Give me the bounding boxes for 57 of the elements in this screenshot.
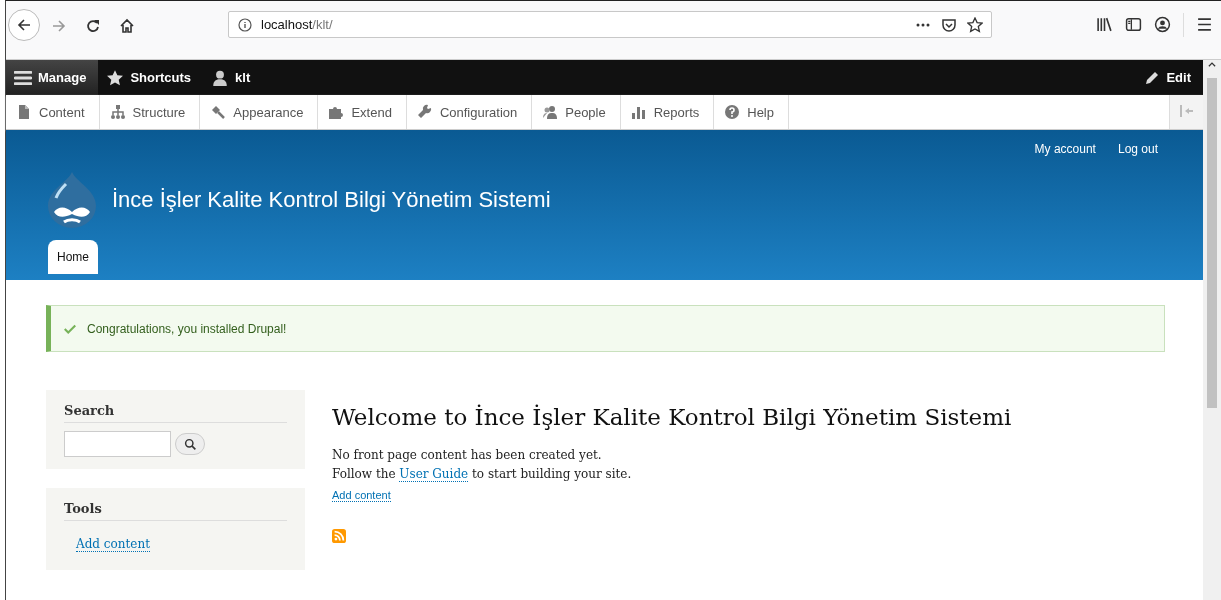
menu-icon — [14, 68, 32, 87]
account-link[interactable]: Log out — [1117, 142, 1158, 156]
search-field[interactable] — [64, 431, 171, 457]
url-text: localhost/klt/ — [261, 17, 333, 32]
star-icon — [106, 68, 125, 87]
toolbar-tab[interactable]: klt — [203, 60, 263, 95]
help-icon — [724, 104, 741, 120]
menu-icon[interactable] — [1196, 16, 1213, 33]
menu-item[interactable]: Content — [6, 95, 100, 129]
block-title: Search — [64, 403, 287, 423]
search-icon — [183, 437, 197, 451]
body-text: No front page content has been created yet. — [332, 447, 603, 464]
wrench-icon — [416, 104, 433, 120]
puzzle-icon — [328, 104, 345, 120]
toolbar-tab[interactable]: Shortcuts — [98, 60, 204, 95]
block-title: Tools — [64, 501, 287, 521]
people-icon — [542, 104, 559, 120]
home-icon — [119, 18, 135, 34]
pocket-icon[interactable] — [941, 16, 957, 33]
body-text: Follow the User Guide to start building your site. — [332, 466, 633, 484]
address-bar[interactable]: localhost/klt/ — [228, 11, 992, 38]
menu-item[interactable]: Configuration — [406, 95, 533, 129]
site-name[interactable]: İnce İşler Kalite Kontrol Bilgi Yönetim Sistemi — [112, 187, 551, 213]
message-text: Congratulations, you installed Drupal! — [87, 321, 287, 336]
pencil-icon — [1144, 69, 1161, 86]
edit-button[interactable]: Edit — [1136, 60, 1203, 95]
collapse-icon — [1178, 102, 1195, 119]
forward-icon — [51, 18, 67, 34]
drop-logo[interactable] — [46, 170, 98, 230]
menu-item[interactable]: Appearance — [200, 95, 319, 129]
file-icon — [16, 104, 32, 120]
scroll-up-icon — [1207, 60, 1217, 70]
star-icon[interactable] — [967, 16, 983, 33]
scrollbar[interactable] — [1203, 60, 1221, 600]
library-icon[interactable] — [1096, 16, 1113, 33]
user-icon — [211, 68, 230, 87]
menu-item[interactable]: Help — [714, 95, 789, 129]
tab[interactable]: Home — [48, 240, 98, 274]
add-content-link[interactable]: Add content — [332, 489, 391, 502]
menu-item[interactable]: Reports — [620, 95, 715, 129]
toolbar-tab[interactable]: Manage — [6, 60, 99, 95]
menu-item[interactable]: Structure — [99, 95, 201, 129]
page-title: Welcome to İnce İşler Kalite Kontrol Bilgi Yönetim Sistemi — [332, 404, 1013, 430]
account-icon[interactable] — [1154, 16, 1171, 33]
bar-chart-icon — [630, 104, 647, 120]
sidebar-icon[interactable] — [1125, 16, 1142, 33]
hierarchy-icon — [109, 104, 126, 120]
back-icon — [16, 17, 32, 33]
reload-icon — [85, 18, 101, 34]
menu-item[interactable]: People — [532, 95, 621, 129]
user-guide-link[interactable]: User Guide — [399, 467, 469, 482]
back-button[interactable] — [8, 9, 40, 41]
tools-link[interactable]: Add content — [76, 537, 150, 552]
info-icon — [237, 16, 253, 33]
search-button[interactable] — [175, 433, 205, 455]
account-link[interactable]: My account — [1034, 142, 1096, 156]
menu-item[interactable]: Extend — [318, 95, 407, 129]
